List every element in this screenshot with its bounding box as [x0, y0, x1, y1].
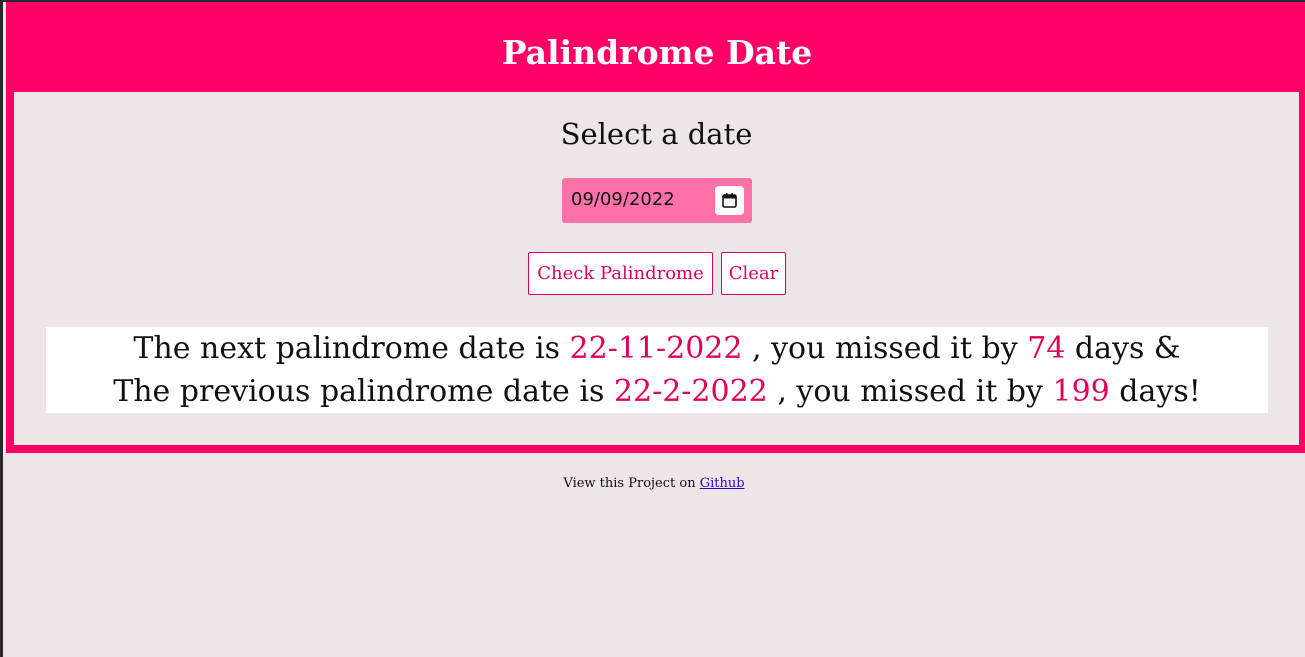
app-frame: Palindrome Date Select a date 09/09/2022…	[6, 2, 1305, 453]
next-middle-text: , you missed it by	[752, 331, 1018, 366]
previous-palindrome-date: 22-2-2022	[613, 374, 768, 409]
page: Palindrome Date Select a date 09/09/2022…	[0, 0, 1305, 657]
date-input[interactable]: 09/09/2022	[562, 178, 752, 223]
prev-prefix-text: The previous palindrome date is	[113, 374, 605, 409]
next-prefix-text: The next palindrome date is	[133, 331, 560, 366]
github-link[interactable]: Github	[700, 476, 745, 491]
prev-middle-text: , you missed it by	[777, 374, 1043, 409]
next-days-count: 74	[1027, 331, 1066, 366]
next-palindrome-date: 22-11-2022	[569, 331, 743, 366]
result-box: The next palindrome date is 22-11-2022 ,…	[46, 327, 1268, 413]
result-line-previous: The previous palindrome date is 22-2-202…	[46, 370, 1268, 413]
result-line-next: The next palindrome date is 22-11-2022 ,…	[46, 327, 1268, 370]
next-suffix-text: days &	[1074, 331, 1181, 366]
footer-text: View this Project on	[563, 476, 696, 491]
calendar-icon	[722, 193, 737, 208]
main-panel: Select a date 09/09/2022 Check Palindrom…	[14, 92, 1299, 445]
clear-button[interactable]: Clear	[721, 252, 786, 295]
page-title: Palindrome Date	[501, 33, 813, 72]
date-input-value[interactable]: 09/09/2022	[571, 189, 675, 211]
footer: View this Project on Github	[3, 475, 1305, 493]
calendar-picker-button[interactable]	[715, 186, 744, 215]
select-date-label: Select a date	[560, 117, 753, 151]
check-palindrome-button[interactable]: Check Palindrome	[528, 252, 713, 295]
previous-days-count: 199	[1052, 374, 1110, 409]
prev-suffix-text: days!	[1119, 374, 1201, 409]
